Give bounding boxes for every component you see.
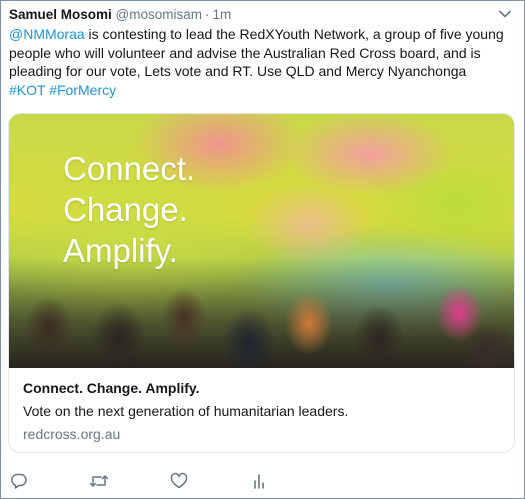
link-card[interactable]: Connect. Change. Amplify. Connect. Chang… — [8, 113, 515, 453]
hashtag-link-kot[interactable]: #KOT — [9, 82, 45, 98]
overlay-line-amplify: Amplify. — [63, 232, 178, 269]
retweet-icon — [89, 475, 109, 487]
card-image[interactable]: Connect. Change. Amplify. — [9, 114, 514, 368]
hashtag-link-formercy[interactable]: #ForMercy — [49, 82, 116, 98]
overlay-line-connect: Connect. — [63, 150, 196, 187]
author-handle[interactable]: @mosomisam — [116, 7, 202, 22]
heart-icon — [170, 472, 188, 489]
chevron-down-icon[interactable] — [498, 7, 512, 21]
analytics-button[interactable] — [247, 469, 271, 493]
card-description: Vote on the next generation of humanitar… — [23, 403, 349, 419]
card-title: Connect. Change. Amplify. — [23, 380, 200, 396]
reply-icon — [11, 473, 27, 489]
crowd-photo — [9, 258, 514, 368]
overlay-line-change: Change. — [63, 191, 188, 228]
tweet-frame: Samuel Mosomi @mosomisam · 1m @NMMoraa is … — [0, 0, 525, 499]
card-image-overlay-text: Connect. Change. Amplify. — [63, 148, 195, 271]
retweet-button[interactable] — [87, 469, 111, 493]
tweet-header: Samuel Mosomi @mosomisam · 1m — [9, 6, 231, 23]
reply-button[interactable] — [7, 469, 31, 493]
card-body: Connect. Change. Amplify. Vote on the ne… — [9, 368, 514, 444]
header-separator: · — [205, 7, 210, 22]
tweet-timestamp[interactable]: 1m — [213, 7, 232, 22]
card-domain: redcross.org.au — [23, 426, 121, 442]
analytics-icon — [254, 474, 264, 489]
tweet-actions — [1, 469, 525, 495]
author-name[interactable]: Samuel Mosomi — [9, 7, 112, 22]
tweet-text: @NMMoraa is contesting to lead the RedXY… — [9, 25, 514, 99]
mention-link[interactable]: @NMMoraa — [9, 26, 85, 42]
like-button[interactable] — [167, 469, 191, 493]
